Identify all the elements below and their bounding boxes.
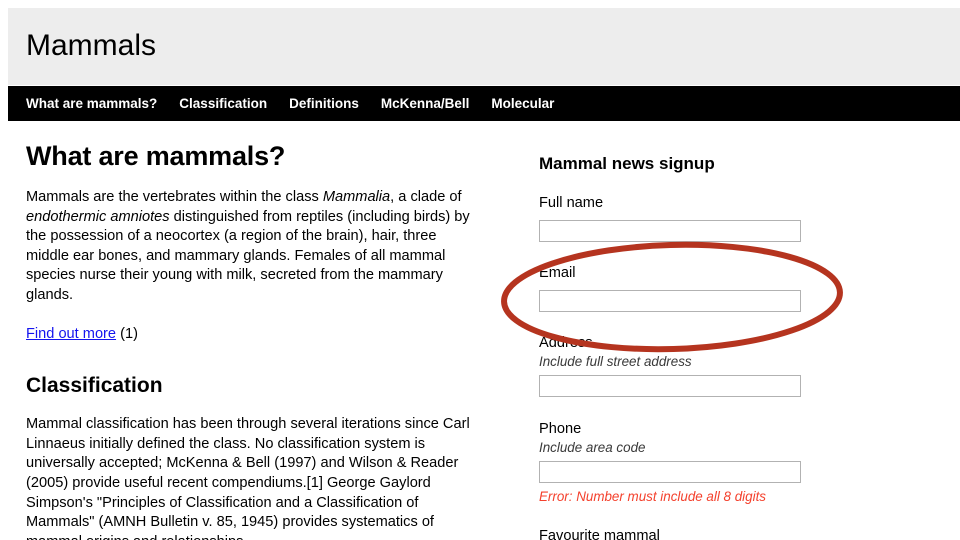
page-title: Mammals (26, 29, 157, 62)
nav-item-definitions[interactable]: Definitions (289, 96, 359, 112)
nav-item-classification[interactable]: Classification (179, 96, 267, 112)
signup-form: Mammal news signup Full name Email Addre… (539, 121, 839, 540)
field-group-address: Address Include full street address (539, 334, 839, 397)
page-root: Mammals What are mammals? Classification… (0, 0, 960, 540)
input-full-name[interactable] (539, 220, 801, 242)
nav-item-mckenna-bell[interactable]: McKenna/Bell (381, 96, 470, 112)
label-address: Address (539, 335, 593, 351)
input-address[interactable] (539, 375, 801, 397)
field-group-full-name: Full name (539, 194, 839, 242)
label-favourite-mammal: Favourite mammal (539, 528, 660, 540)
input-phone[interactable] (539, 461, 801, 483)
input-email[interactable] (539, 290, 801, 312)
form-heading: Mammal news signup (539, 154, 715, 173)
find-out-more-link-1[interactable]: Find out more (26, 326, 116, 342)
paragraph-what-are-mammals: Mammals are the vertebrates within the c… (26, 189, 470, 303)
paragraph-classification: Mammal classification has been through s… (26, 416, 470, 540)
heading-what-are-mammals: What are mammals? (26, 141, 286, 171)
label-phone: Phone (539, 421, 582, 437)
article-column: What are mammals? Mammals are the verteb… (26, 121, 478, 540)
error-phone: Error: Number must include all 8 digits (539, 489, 766, 504)
site-header: Mammals (8, 8, 960, 85)
find-out-more-row-1: Find out more (1) (26, 325, 478, 345)
main-navigation: What are mammals? Classification Definit… (8, 86, 960, 121)
content-area: What are mammals? Mammals are the verteb… (0, 121, 960, 540)
heading-classification: Classification (26, 374, 163, 398)
reference-number-1: (1) (120, 325, 138, 342)
label-full-name: Full name (539, 195, 604, 211)
field-group-favourite-mammal: Favourite mammal (539, 527, 839, 540)
field-group-phone: Phone Include area code Error: Number mu… (539, 420, 839, 505)
hint-address: Include full street address (539, 354, 692, 369)
nav-item-what-are-mammals[interactable]: What are mammals? (26, 96, 157, 112)
label-email: Email (539, 265, 576, 281)
nav-item-molecular[interactable]: Molecular (491, 96, 554, 112)
hint-phone: Include area code (539, 440, 646, 455)
field-group-email: Email (539, 264, 839, 312)
